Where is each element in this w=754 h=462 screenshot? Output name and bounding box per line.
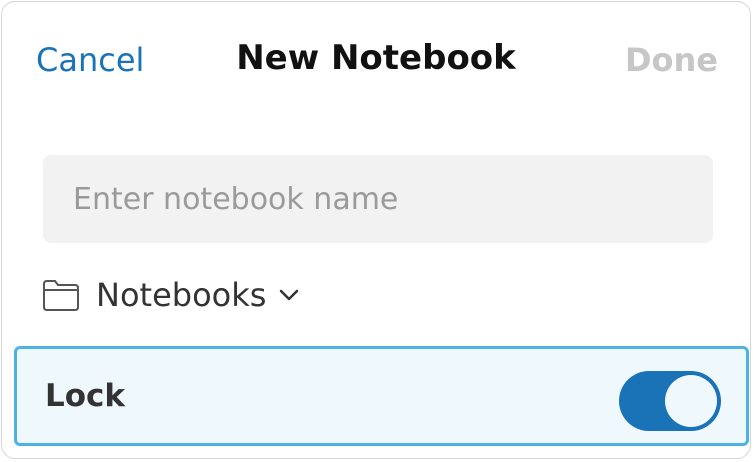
new-notebook-dialog: Cancel New Notebook Done Notebooks Lock [1, 1, 751, 459]
chevron-down-icon [280, 289, 299, 301]
lock-setting-row: Lock [14, 346, 749, 446]
lock-label: Lock [45, 378, 126, 414]
done-button[interactable]: Done [625, 38, 718, 82]
notebook-location-picker[interactable]: Notebooks [42, 270, 300, 320]
notebook-location-label: Notebooks [96, 276, 267, 314]
toggle-knob [665, 375, 717, 427]
notebook-name-input[interactable] [43, 155, 713, 243]
lock-toggle[interactable] [619, 371, 721, 431]
dialog-header: Cancel New Notebook Done [2, 2, 750, 120]
folder-icon [43, 280, 79, 311]
